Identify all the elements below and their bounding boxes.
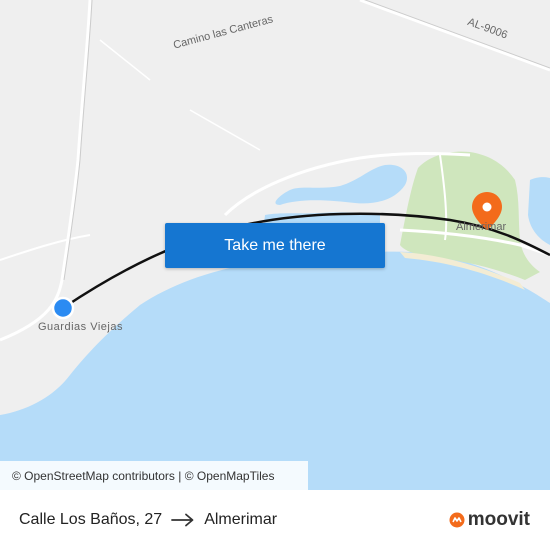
town-label-almerimar: Almerimar — [456, 221, 507, 233]
route-footer: Calle Los Baños, 27 Almerimar moovit — [0, 490, 550, 550]
arrow-right-icon — [171, 513, 195, 527]
origin-label: Calle Los Baños, 27 — [19, 511, 163, 528]
brand-name: moovit — [467, 509, 530, 530]
map-attribution: © OpenStreetMap contributors | © OpenMap… — [0, 461, 308, 490]
destination-label: Almerimar — [204, 511, 278, 528]
town-label-guardias: Guardias Viejas — [38, 321, 123, 333]
moovit-logo-icon — [449, 512, 465, 528]
map[interactable]: Camino las Canteras AL-9006 Guardias Vie… — [0, 0, 550, 490]
take-me-there-button[interactable]: Take me there — [165, 223, 385, 268]
moovit-logo[interactable]: moovit — [449, 490, 530, 550]
origin-marker-icon[interactable] — [51, 296, 75, 320]
route-summary: Calle Los Baños, 27 Almerimar — [19, 490, 277, 550]
